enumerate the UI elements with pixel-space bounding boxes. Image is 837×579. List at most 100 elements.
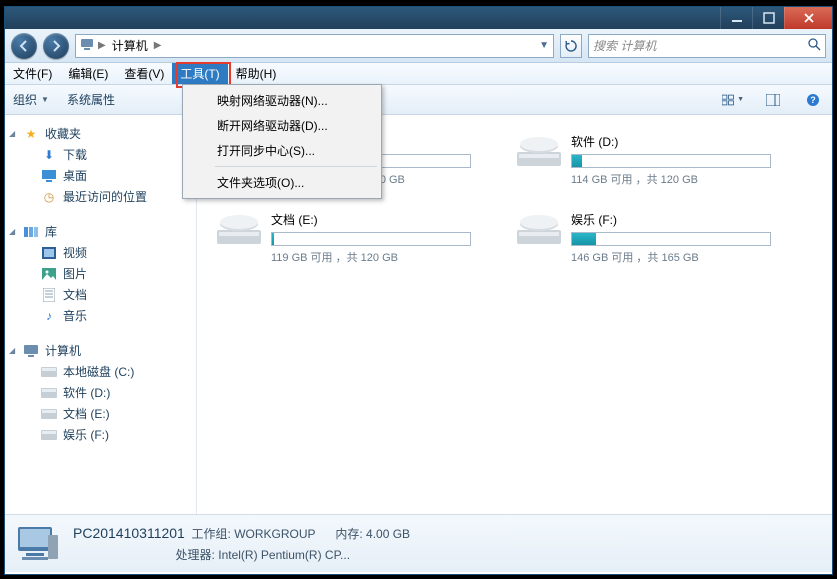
memory-value: 4.00 GB: [366, 527, 410, 541]
sidebar-item-recent[interactable]: ◷最近访问的位置: [5, 186, 196, 207]
preview-pane-icon: [766, 94, 780, 106]
menu-edit[interactable]: 编辑(E): [60, 63, 116, 84]
organize-button[interactable]: 组织▼: [13, 91, 49, 108]
computer-group[interactable]: 计算机: [5, 340, 196, 361]
drive-icon: [517, 133, 561, 169]
favorites-group[interactable]: ★收藏夹: [5, 123, 196, 144]
sidebar-item-documents[interactable]: 文档: [5, 284, 196, 305]
refresh-button[interactable]: [560, 34, 582, 58]
sidebar-item-downloads[interactable]: ⬇下载: [5, 144, 196, 165]
view-icon: [722, 94, 735, 106]
search-input[interactable]: 搜索 计算机: [588, 34, 826, 58]
menu-separator: [215, 166, 377, 167]
computer-icon: [80, 37, 94, 54]
download-icon: ⬇: [41, 147, 57, 163]
menu-view[interactable]: 查看(V): [116, 63, 172, 84]
maximize-icon: [763, 12, 775, 24]
menu-file[interactable]: 文件(F): [5, 63, 60, 84]
nav-row: ▶ 计算机 ▶ ▼ 搜索 计算机: [5, 29, 832, 63]
sidebar-item-videos[interactable]: 视频: [5, 242, 196, 263]
arrow-right-icon: [49, 39, 63, 53]
drive-name: 文档 (E:): [271, 211, 487, 228]
drive-icon: [217, 211, 261, 247]
menu-bar: 文件(F) 编辑(E) 查看(V) 工具(T) 帮助(H): [5, 63, 832, 85]
drive-item[interactable]: 文档 (E:) 119 GB 可用 ，共 120 GB: [217, 211, 487, 265]
help-button[interactable]: ?: [802, 89, 824, 111]
sidebar-item-pictures[interactable]: 图片: [5, 263, 196, 284]
sidebar-item-drive-c[interactable]: 本地磁盘 (C:): [5, 361, 196, 382]
tools-dropdown: 映射网络驱动器(N)... 断开网络驱动器(D)... 打开同步中心(S)...…: [182, 84, 382, 199]
arrow-left-icon: [17, 39, 31, 53]
drive-item[interactable]: 软件 (D:) 114 GB 可用 ，共 120 GB: [517, 133, 787, 187]
desktop-icon: [41, 168, 57, 184]
libraries-group[interactable]: 库: [5, 221, 196, 242]
drive-name: 软件 (D:): [571, 133, 787, 150]
drive-usage-bar: [571, 232, 771, 246]
menu-map-network-drive[interactable]: 映射网络驱动器(N)...: [185, 88, 379, 113]
search-placeholder: 搜索 计算机: [593, 37, 656, 54]
breadcrumb-segment[interactable]: 计算机: [110, 37, 150, 54]
cpu-label: 处理器:: [176, 548, 215, 562]
document-icon: [41, 287, 57, 303]
music-icon: ♪: [41, 308, 57, 324]
drive-icon: [41, 385, 57, 401]
sidebar-item-drive-e[interactable]: 文档 (E:): [5, 403, 196, 424]
minimize-icon: [731, 12, 743, 24]
chevron-down-icon: ▼: [737, 96, 744, 103]
help-icon: ?: [806, 93, 820, 107]
computer-icon: [15, 524, 61, 564]
details-pane: PC201410311201 工作组: WORKGROUP 内存: 4.00 G…: [5, 514, 832, 572]
sidebar-item-music[interactable]: ♪音乐: [5, 305, 196, 326]
memory-label: 内存:: [335, 527, 362, 541]
chevron-right-icon: ▶: [98, 40, 106, 51]
menu-folder-options[interactable]: 文件夹选项(O)...: [185, 170, 379, 195]
cpu-value: Intel(R) Pentium(R) CP...: [218, 548, 350, 562]
system-properties-button[interactable]: 系统属性: [67, 91, 115, 108]
maximize-button[interactable]: [752, 7, 784, 29]
drive-icon: [41, 364, 57, 380]
drive-usage-bar: [571, 154, 771, 168]
menu-disconnect-network-drive[interactable]: 断开网络驱动器(D)...: [185, 113, 379, 138]
nav-pane: ★收藏夹 ⬇下载 桌面 ◷最近访问的位置 库 视频 图片 文档 ♪音乐 计算机 …: [5, 115, 197, 514]
minimize-button[interactable]: [720, 7, 752, 29]
drive-free-text: 119 GB 可用 ，共 120 GB: [271, 249, 487, 265]
command-bar: 组织▼ 系统属性 卸载或更改程序 打开控制面板 ▼ ?: [5, 85, 832, 115]
chevron-right-icon: ▶: [154, 40, 162, 51]
chevron-down-icon[interactable]: ▼: [539, 40, 549, 51]
library-icon: [23, 224, 39, 240]
drive-free-text: 146 GB 可用 ，共 165 GB: [571, 249, 787, 265]
computer-icon: [23, 343, 39, 359]
sidebar-item-drive-d[interactable]: 软件 (D:): [5, 382, 196, 403]
preview-pane-button[interactable]: [762, 89, 784, 111]
sidebar-item-desktop[interactable]: 桌面: [5, 165, 196, 186]
forward-button[interactable]: [43, 33, 69, 59]
view-options-button[interactable]: ▼: [722, 89, 744, 111]
close-icon: [803, 12, 815, 24]
pc-name: PC201410311201: [73, 525, 185, 541]
chevron-down-icon: ▼: [41, 95, 49, 104]
drive-icon: [41, 427, 57, 443]
workgroup-value: WORKGROUP: [234, 527, 315, 541]
address-bar[interactable]: ▶ 计算机 ▶ ▼: [75, 34, 554, 58]
recent-icon: ◷: [41, 189, 57, 205]
titlebar: [5, 7, 832, 29]
close-button[interactable]: [784, 7, 832, 29]
drive-item[interactable]: 娱乐 (F:) 146 GB 可用 ，共 165 GB: [517, 211, 787, 265]
refresh-icon: [565, 40, 577, 52]
body: ★收藏夹 ⬇下载 桌面 ◷最近访问的位置 库 视频 图片 文档 ♪音乐 计算机 …: [5, 115, 832, 514]
menu-open-sync-center[interactable]: 打开同步中心(S)...: [185, 138, 379, 163]
drive-free-text: 114 GB 可用 ，共 120 GB: [571, 171, 787, 187]
explorer-window: ▶ 计算机 ▶ ▼ 搜索 计算机 文件(F) 编辑(E) 查看(V) 工具(T)…: [4, 6, 833, 575]
picture-icon: [41, 266, 57, 282]
workgroup-label: 工作组:: [192, 527, 231, 541]
drive-name: 娱乐 (F:): [571, 211, 787, 228]
video-icon: [41, 245, 57, 261]
star-icon: ★: [23, 126, 39, 142]
sidebar-item-drive-f[interactable]: 娱乐 (F:): [5, 424, 196, 445]
menu-help[interactable]: 帮助(H): [228, 63, 285, 84]
back-button[interactable]: [11, 33, 37, 59]
drive-icon: [517, 211, 561, 247]
menu-tools[interactable]: 工具(T): [172, 63, 227, 84]
drive-icon: [41, 406, 57, 422]
drive-usage-bar: [271, 232, 471, 246]
